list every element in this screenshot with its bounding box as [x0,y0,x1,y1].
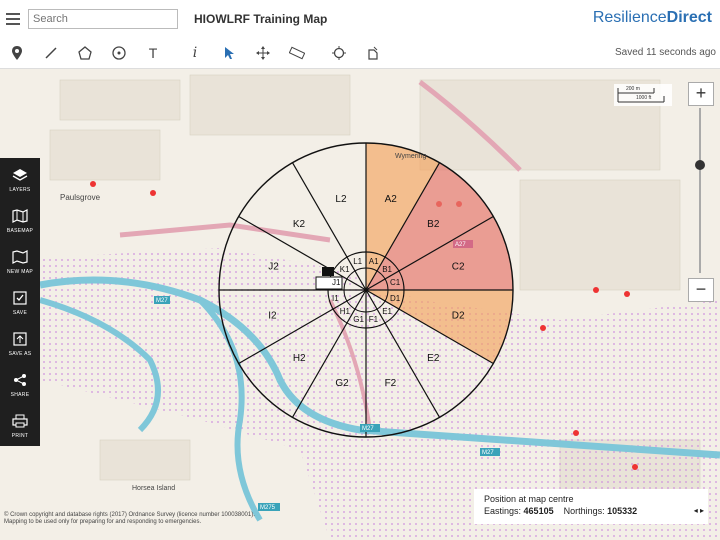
sector-label-outer: K2 [293,219,306,230]
copyright-line-2: Mapping to be used only for preparing fo… [4,519,202,525]
move-icon[interactable] [252,42,274,64]
sector-label-outer: D2 [452,311,465,322]
sector-label-outer: E2 [427,353,440,364]
position-heading: Position at map centre [484,494,574,504]
place-wymering: Wymering [395,153,427,160]
print-icon [0,414,40,431]
top-bar: HIOWLRF Training Map ResilienceDirect [0,0,720,39]
position-coords: Eastings: 465105 Northings: 105332 [484,506,637,516]
sector-label-outer: F2 [385,378,397,389]
eastings-value: 465105 [523,506,554,516]
position-toggle[interactable]: ◂ ▸ [694,506,704,515]
sector-label-inner: I1 [332,294,339,303]
left-sidebar: LAYERS BASEMAP NEW MAP SAVE SAVE AS SHAR… [0,158,40,446]
locate-icon[interactable] [328,42,350,64]
road-label-m27-c: M27 [482,450,494,456]
sector-label-inner: B1 [382,265,392,274]
copyright-notice: © Crown copyright and database rights (2… [4,512,324,526]
place-horsea-island: Horsea Island [132,485,176,492]
sector-label-inner: D1 [390,294,401,303]
sector-label-outer: J2 [268,261,279,272]
sector-label-outer: I2 [268,311,277,322]
zoom-control: + − [688,82,714,302]
new-map-icon [0,250,40,267]
sidebar-label: SAVE [12,310,28,316]
brand-logo: ResilienceDirect [593,9,712,27]
measure-icon[interactable] [286,42,308,64]
eastings-label: Eastings: [484,506,522,516]
share-icon [0,373,40,390]
save-as-icon [0,332,40,349]
sidebar-label: NEW MAP [7,269,33,275]
map-title: HIOWLRF Training Map [194,12,328,26]
sidebar-item-basemap[interactable]: BASEMAP [0,203,40,243]
position-info: Position at map centre Eastings: 465105 … [474,489,708,524]
polygon-icon[interactable] [74,42,96,64]
copyright-line-1: © Crown copyright and database rights (2… [4,512,255,518]
northings-label: Northings: [563,506,605,516]
basemap-icon [0,209,40,226]
sector-label-inner: K1 [340,265,350,274]
zoom-slider[interactable] [699,108,701,273]
save-icon [0,291,40,308]
drawing-toolbar: T i Saved 11 seconds ago [0,38,720,69]
zoom-in-button[interactable]: + [688,82,714,106]
sidebar-label: LAYERS [9,187,31,193]
incident-marker[interactable] [322,267,334,276]
sector-label-inner: C1 [390,278,401,287]
sector-label-inner: F1 [369,315,379,324]
sector-label-inner: G1 [353,315,364,324]
info-icon[interactable]: i [184,42,206,64]
brand-part-2: Direct [666,9,712,26]
sector-label-outer: B2 [427,219,440,230]
sidebar-label: PRINT [11,433,29,439]
road-label-m27-b: M27 [362,426,374,432]
northings-value: 105332 [607,506,638,516]
text-icon[interactable]: T [142,42,164,64]
export-icon[interactable] [362,42,384,64]
sidebar-item-new-map[interactable]: NEW MAP [0,244,40,284]
sector-label-outer: H2 [293,353,306,364]
select-icon[interactable] [218,42,240,64]
scale-bar: 200 m 1000 ft [614,84,672,106]
sector-label-inner: L1 [353,257,362,266]
brand-part-1: Resilience [592,9,667,26]
sector-label-outer: C2 [452,261,465,272]
sidebar-item-print[interactable]: PRINT [0,408,40,448]
road-label-a27: A27 [455,242,466,248]
road-label-m275: M275 [260,505,276,511]
sector-label-outer: G2 [335,378,349,389]
marker-icon[interactable] [6,42,28,64]
sidebar-label: BASEMAP [6,228,34,234]
scale-imperial: 1000 ft [636,95,652,101]
save-status: Saved 11 seconds ago [614,47,716,58]
menu-icon[interactable] [6,10,20,26]
sector-label-outer: L2 [335,194,347,205]
circle-icon[interactable] [108,42,130,64]
sidebar-label: SHARE [10,392,30,398]
sector-label-inner: A1 [369,257,379,266]
zoom-slider-handle[interactable] [695,160,705,170]
sector-label-inner: H1 [340,307,351,316]
search-input[interactable] [28,9,178,29]
sidebar-item-share[interactable]: SHARE [0,367,40,407]
place-paulsgrove: Paulsgrove [60,193,101,202]
sector-label-inner: J1 [332,278,341,287]
line-icon[interactable] [40,42,62,64]
sidebar-item-save-as[interactable]: SAVE AS [0,326,40,366]
sector-label-inner: E1 [382,307,392,316]
sidebar-item-save[interactable]: SAVE [0,285,40,325]
sector-label-outer: A2 [385,194,398,205]
layers-icon [0,168,40,185]
road-label-m27-a: M27 [156,298,168,304]
map-svg: A2 A1 B2 B1 C2 C1 D2 D1 E2 E1 F2 F1 G2 G1 H2 H1 I2 I1 J2 J1… [39,74,720,540]
scale-metric: 200 m [626,86,640,92]
map-canvas[interactable]: A2 A1 B2 B1 C2 C1 D2 D1 E2 E1 F2 F1 G2 G1 H2 H1 I2 I1 J2 J1… [0,69,720,540]
sidebar-item-layers[interactable]: LAYERS [0,162,40,202]
sidebar-label: SAVE AS [8,351,32,357]
zoom-out-button[interactable]: − [688,278,714,302]
